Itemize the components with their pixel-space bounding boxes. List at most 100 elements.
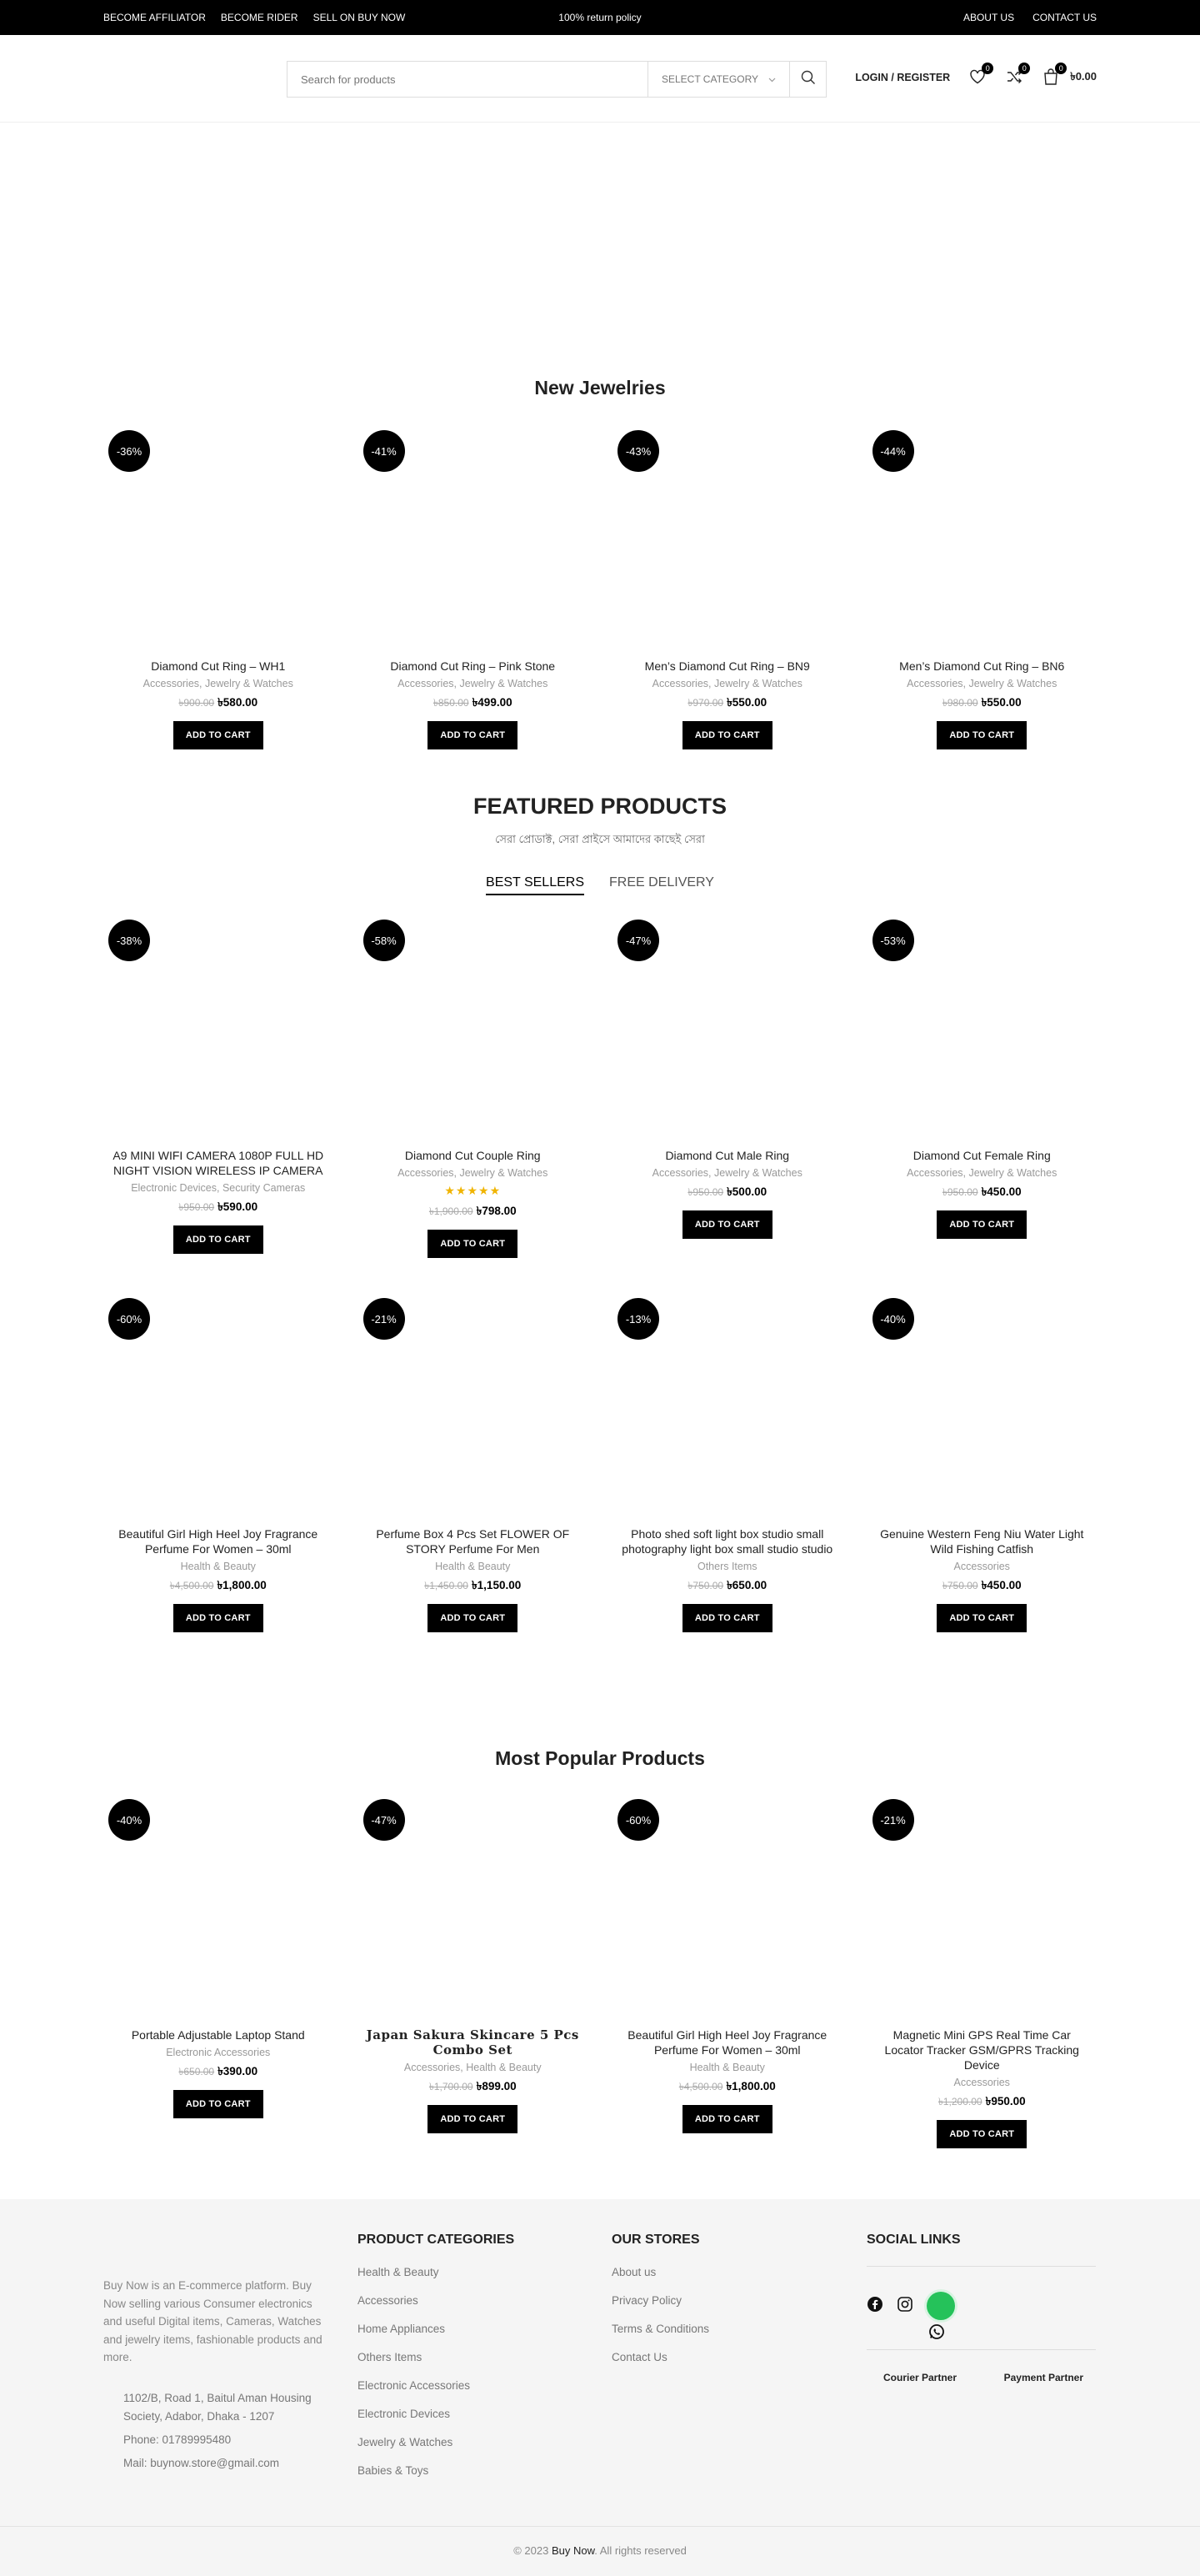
add-to-cart-button[interactable]: ADD TO CART — [428, 1230, 518, 1258]
product-category-link[interactable]: Accessories — [652, 678, 708, 689]
product-category-link[interactable]: Health & Beauty — [435, 1561, 510, 1572]
product-card[interactable]: -36% Diamond Cut Ring – WH1 Accessories, J… — [103, 425, 333, 749]
product-image[interactable]: -47% — [358, 1794, 588, 2027]
add-to-cart-button[interactable]: ADD TO CART — [172, 1225, 263, 1254]
product-image[interactable]: -13% — [612, 1293, 842, 1526]
footer-category-link[interactable]: Jewelry & Watches — [358, 2436, 514, 2448]
product-category-link[interactable]: Jewelry & Watches — [969, 1167, 1058, 1179]
wishlist-button[interactable]: 0 — [968, 63, 994, 87]
tab-free-delivery[interactable]: FREE DELIVERY — [609, 875, 714, 895]
product-image[interactable]: -21% — [358, 1293, 588, 1526]
product-category-link[interactable]: Health & Beauty — [181, 1561, 256, 1572]
product-image[interactable]: -43% — [612, 425, 842, 659]
tab-best-sellers[interactable]: BEST SELLERS — [486, 875, 584, 895]
add-to-cart-button[interactable]: ADD TO CART — [937, 2120, 1028, 2148]
product-category-link[interactable]: Others Items — [698, 1561, 758, 1572]
product-card[interactable]: -53% Diamond Cut Female Ring Accessories, … — [868, 915, 1098, 1258]
product-card[interactable]: -13% Photo shed soft light box studio sma… — [612, 1293, 842, 1632]
product-title[interactable]: Beautiful Girl High Heel Joy Fragrance P… — [103, 1526, 333, 1556]
footer-category-link[interactable]: Accessories — [358, 2294, 514, 2307]
add-to-cart-button[interactable]: ADD TO CART — [172, 1604, 263, 1632]
product-title[interactable]: A9 MINI WIFI CAMERA 1080P FULL HD NIGHT … — [103, 1148, 333, 1178]
product-category-link[interactable]: Security Cameras — [222, 1182, 305, 1194]
footer-category-link[interactable]: Babies & Toys — [358, 2464, 514, 2477]
product-category-link[interactable]: Accessories — [954, 1561, 1010, 1572]
footer-store-link[interactable]: About us — [612, 2266, 709, 2278]
product-category-link[interactable]: Accessories — [954, 2077, 1010, 2088]
product-title[interactable]: Genuine Western Feng Niu Water Light Wil… — [868, 1526, 1098, 1556]
product-category-link[interactable]: Electronic Accessories — [166, 2047, 270, 2058]
product-category-link[interactable]: Electronic Devices — [131, 1182, 217, 1194]
product-title[interactable]: Diamond Cut Ring – WH1 — [103, 659, 333, 674]
product-category-link[interactable]: Jewelry & Watches — [969, 678, 1058, 689]
product-image[interactable]: -44% — [868, 425, 1098, 659]
product-title[interactable]: Men’s Diamond Cut Ring – BN9 — [612, 659, 842, 674]
login-register-link[interactable]: LOGIN / REGISTER — [855, 72, 950, 83]
add-to-cart-button[interactable]: ADD TO CART — [682, 2105, 772, 2133]
product-title[interactable]: Photo shed soft light box studio small p… — [612, 1526, 842, 1556]
add-to-cart-button[interactable]: ADD TO CART — [937, 1604, 1028, 1632]
product-title[interactable]: Perfume Box 4 Pcs Set FLOWER OF STORY Pe… — [358, 1526, 588, 1556]
product-category-link[interactable]: Accessories — [907, 1167, 962, 1179]
add-to-cart-button[interactable]: ADD TO CART — [682, 721, 772, 749]
add-to-cart-button[interactable]: ADD TO CART — [428, 2105, 518, 2133]
product-category-link[interactable]: Jewelry & Watches — [714, 1167, 802, 1179]
cart-total[interactable]: ৳0.00 — [1070, 69, 1097, 87]
chat-bubble-icon[interactable] — [927, 2292, 955, 2320]
add-to-cart-button[interactable]: ADD TO CART — [172, 721, 263, 749]
product-title[interactable]: Diamond Cut Male Ring — [612, 1148, 842, 1163]
footer-store-link[interactable]: Contact Us — [612, 2351, 709, 2363]
product-category-link[interactable]: Jewelry & Watches — [460, 678, 548, 689]
footer-store-link[interactable]: Terms & Conditions — [612, 2323, 709, 2335]
cart-button[interactable]: 0 — [1042, 63, 1068, 87]
product-card[interactable]: -40% Portable Adjustable Laptop Stand Elec… — [103, 1794, 333, 2148]
product-card[interactable]: -47% Japan Sakura Skincare 5 Pcs Combo Se… — [358, 1794, 588, 2148]
product-category-link[interactable]: Accessories — [907, 678, 962, 689]
product-card[interactable]: -44% Men’s Diamond Cut Ring – BN6 Accessor… — [868, 425, 1098, 749]
product-card[interactable]: -60% Beautiful Girl High Heel Joy Fragran… — [612, 1794, 842, 2148]
product-category-link[interactable]: Accessories — [398, 678, 453, 689]
contact-us-link[interactable]: CONTACT US — [1032, 12, 1097, 23]
product-category-link[interactable]: Jewelry & Watches — [205, 678, 293, 689]
product-title[interactable]: Diamond Cut Couple Ring — [358, 1148, 588, 1163]
footer-category-link[interactable]: Electronic Devices — [358, 2408, 514, 2420]
product-title[interactable]: Diamond Cut Female Ring — [868, 1148, 1098, 1163]
product-image[interactable]: -60% — [612, 1794, 842, 2027]
add-to-cart-button[interactable]: ADD TO CART — [428, 721, 518, 749]
product-image[interactable]: -40% — [103, 1794, 333, 2027]
product-image[interactable]: -47% — [612, 915, 842, 1148]
facebook-icon[interactable] — [867, 2296, 883, 2317]
product-card[interactable]: -43% Men’s Diamond Cut Ring – BN9 Accessor… — [612, 425, 842, 749]
add-to-cart-button[interactable]: ADD TO CART — [172, 2090, 263, 2118]
product-image[interactable]: -60% — [103, 1293, 333, 1526]
product-title[interactable]: Diamond Cut Ring – Pink Stone — [358, 659, 588, 674]
about-us-link[interactable]: ABOUT US — [963, 12, 1014, 23]
add-to-cart-button[interactable]: ADD TO CART — [682, 1210, 772, 1239]
product-image[interactable]: -41% — [358, 425, 588, 659]
product-title[interactable]: Magnetic Mini GPS Real Time Car Locator … — [868, 2027, 1098, 2072]
product-title[interactable]: Japan Sakura Skincare 5 Pcs Combo Set — [358, 2027, 588, 2057]
product-title[interactable]: Beautiful Girl High Heel Joy Fragrance P… — [612, 2027, 842, 2057]
category-select[interactable]: SELECT CATEGORY — [648, 62, 789, 97]
search-button[interactable] — [789, 62, 826, 97]
product-category-link[interactable]: Accessories — [404, 2062, 460, 2073]
footer-category-link[interactable]: Health & Beauty — [358, 2266, 514, 2278]
product-image[interactable]: -38% — [103, 915, 333, 1148]
footer-category-link[interactable]: Others Items — [358, 2351, 514, 2363]
product-image[interactable]: -21% — [868, 1794, 1098, 2027]
product-card[interactable]: -47% Diamond Cut Male Ring Accessories, Je… — [612, 915, 842, 1258]
add-to-cart-button[interactable]: ADD TO CART — [682, 1604, 772, 1632]
product-category-link[interactable]: Jewelry & Watches — [714, 678, 802, 689]
product-image[interactable]: -36% — [103, 425, 333, 659]
product-card[interactable]: -40% Genuine Western Feng Niu Water Light… — [868, 1293, 1098, 1632]
copyright-brand-link[interactable]: Buy Now — [552, 2544, 594, 2557]
product-category-link[interactable]: Health & Beauty — [466, 2062, 541, 2073]
whatsapp-icon[interactable] — [928, 2323, 1096, 2344]
product-category-link[interactable]: Accessories — [652, 1167, 708, 1179]
footer-category-link[interactable]: Electronic Accessories — [358, 2379, 514, 2392]
search-input[interactable] — [288, 62, 648, 97]
product-category-link[interactable]: Accessories — [398, 1167, 453, 1179]
add-to-cart-button[interactable]: ADD TO CART — [937, 1210, 1028, 1239]
product-card[interactable]: -21% Perfume Box 4 Pcs Set FLOWER OF STOR… — [358, 1293, 588, 1632]
compare-button[interactable]: 0 — [1005, 63, 1031, 87]
